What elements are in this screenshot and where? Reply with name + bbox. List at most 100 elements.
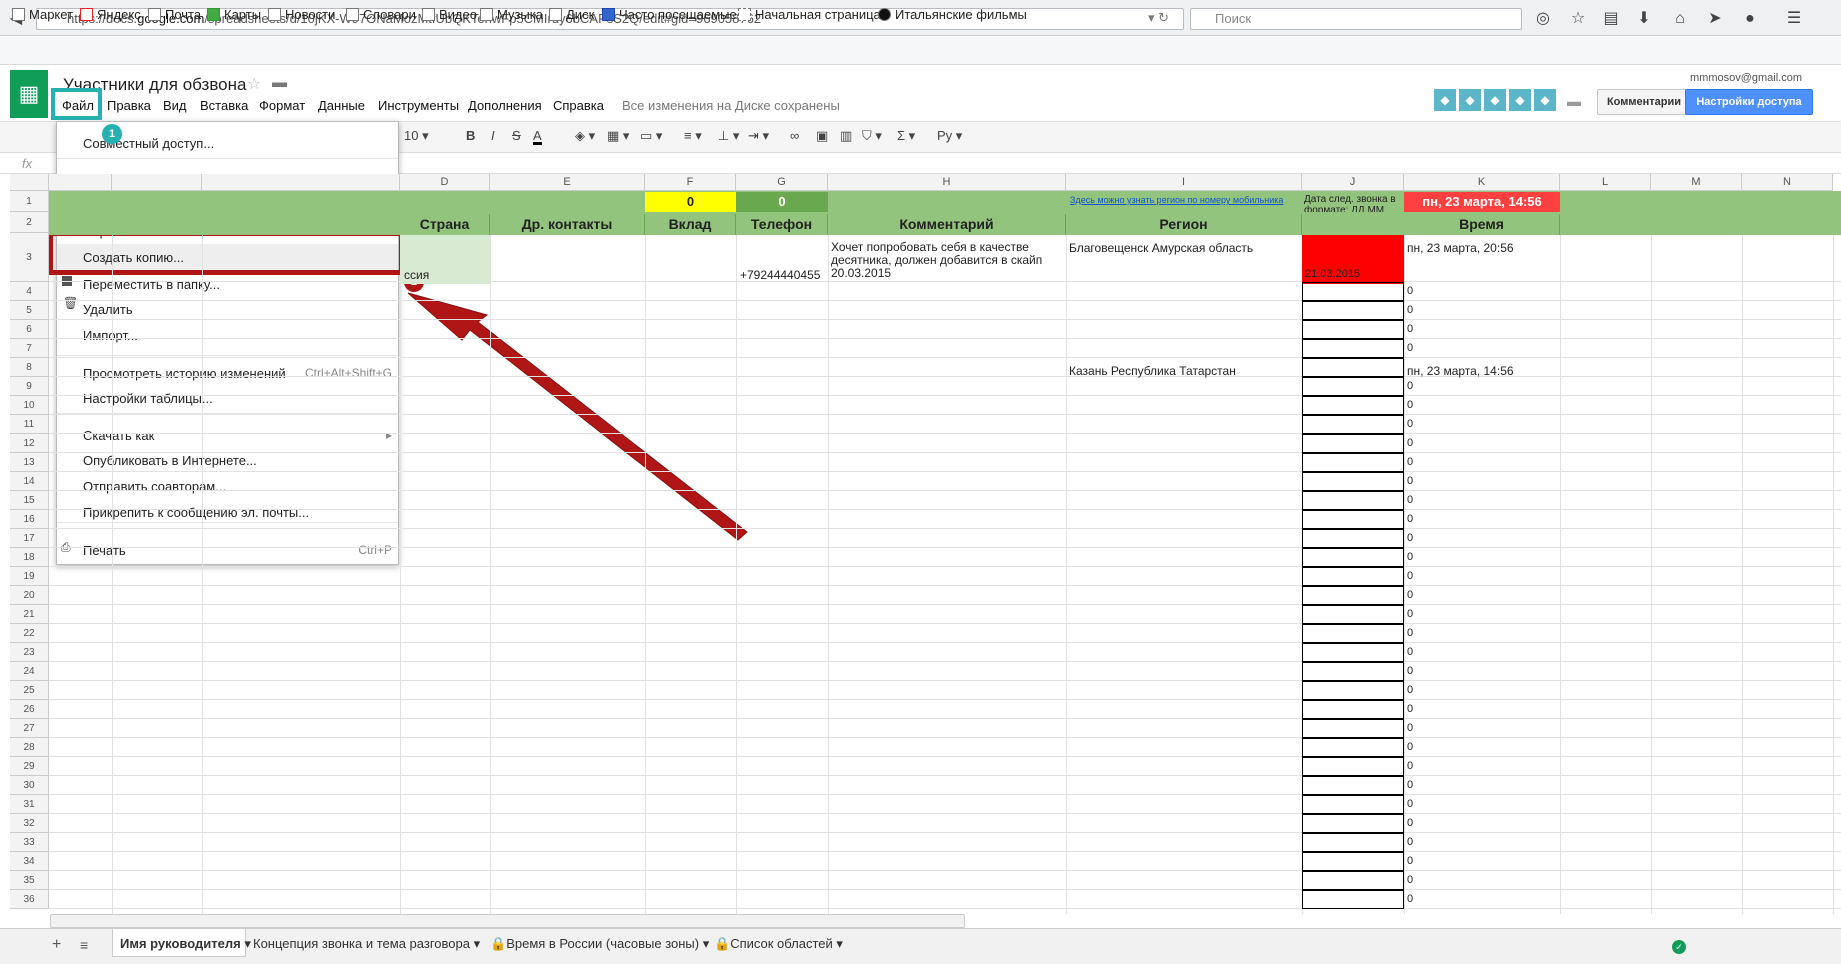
table-row[interactable]: [49, 757, 1841, 776]
header-D[interactable]: Страна: [400, 214, 490, 235]
row-header[interactable]: 36: [10, 890, 49, 909]
cell-K-zero[interactable]: 0: [1407, 437, 1413, 449]
cell-J-date[interactable]: [1302, 548, 1404, 567]
menu-format[interactable]: Формат: [259, 98, 305, 113]
table-row[interactable]: [49, 282, 1841, 301]
cell-J-date[interactable]: [1302, 567, 1404, 586]
table-row[interactable]: [49, 529, 1841, 548]
cell-J-date[interactable]: [1302, 833, 1404, 852]
cell-D3[interactable]: ссия: [404, 268, 429, 282]
cell-K-zero[interactable]: 0: [1407, 456, 1413, 468]
menu-insert[interactable]: Вставка: [200, 98, 248, 113]
header-G[interactable]: Телефон: [736, 214, 828, 235]
cell-K1[interactable]: пн, 23 марта, 14:56: [1404, 192, 1560, 212]
bookmark-italian-films[interactable]: Итальянские фильмы: [878, 7, 1027, 22]
row-header[interactable]: 27: [10, 719, 49, 738]
bold-button[interactable]: B: [466, 127, 475, 145]
header-E[interactable]: Др. контакты: [490, 214, 645, 235]
row-header[interactable]: 3: [10, 233, 49, 282]
cell-J-date[interactable]: [1302, 681, 1404, 700]
cell-K-zero[interactable]: 0: [1407, 684, 1413, 696]
add-sheet-icon[interactable]: +: [52, 936, 61, 954]
table-row[interactable]: [49, 339, 1841, 358]
bookmark-video[interactable]: Видео: [422, 7, 477, 22]
table-row[interactable]: [49, 396, 1841, 415]
row-header[interactable]: 14: [10, 472, 49, 491]
column-header-E[interactable]: E: [490, 174, 645, 191]
cell-J-date[interactable]: [1302, 700, 1404, 719]
cell-J-date[interactable]: [1302, 757, 1404, 776]
cell-K-zero[interactable]: 0: [1407, 418, 1413, 430]
cell-J-date[interactable]: [1302, 871, 1404, 890]
row-header[interactable]: 9: [10, 377, 49, 396]
bookmark-music[interactable]: Музыка: [480, 7, 543, 22]
column-header-M[interactable]: M: [1651, 174, 1742, 191]
menu-data[interactable]: Данные: [318, 98, 365, 113]
row-header[interactable]: 13: [10, 453, 49, 472]
sheet-tab-4[interactable]: 🔒Список областей ▾: [714, 936, 843, 952]
row-header[interactable]: 20: [10, 586, 49, 605]
collaborator-avatar-4[interactable]: ◆: [1509, 89, 1531, 111]
cell-K-zero[interactable]: 0: [1407, 798, 1413, 810]
chat-icon[interactable]: ●: [1740, 10, 1760, 28]
table-row[interactable]: [49, 643, 1841, 662]
row-header[interactable]: 16: [10, 510, 49, 529]
cell-J-date[interactable]: [1302, 320, 1404, 339]
row-header[interactable]: 33: [10, 833, 49, 852]
cell-J-date[interactable]: [1302, 282, 1404, 301]
horizontal-scrollbar[interactable]: [50, 914, 965, 928]
sheet-tab-3[interactable]: 🔒Время в России (часовые зоны) ▾: [490, 936, 709, 952]
reload-icon[interactable]: ▾ ↻: [1148, 10, 1169, 26]
row-header[interactable]: 22: [10, 624, 49, 643]
cell-J-date[interactable]: [1302, 301, 1404, 320]
table-row[interactable]: [49, 852, 1841, 871]
cell-I3[interactable]: Благовещенск Амурская область: [1069, 241, 1253, 255]
table-row[interactable]: [49, 890, 1841, 909]
row-header[interactable]: 25: [10, 681, 49, 700]
cell-J-date[interactable]: [1302, 529, 1404, 548]
column-header-C[interactable]: [202, 174, 400, 191]
table-row[interactable]: [49, 510, 1841, 529]
menu-tools[interactable]: Инструменты: [378, 98, 459, 113]
collaborator-avatar-5[interactable]: ◆: [1534, 89, 1556, 111]
strikethrough-button[interactable]: S: [512, 127, 521, 145]
row-header[interactable]: 11: [10, 415, 49, 434]
cell-K-zero[interactable]: 0: [1407, 494, 1413, 506]
menu-help[interactable]: Справка: [553, 98, 604, 113]
header-F[interactable]: Вклад: [645, 214, 736, 235]
cell-J-date[interactable]: [1302, 434, 1404, 453]
cell-K-zero[interactable]: 0: [1407, 304, 1413, 316]
menu-edit[interactable]: Правка: [107, 98, 151, 113]
cell-J-date[interactable]: [1302, 890, 1404, 909]
cell-J-date[interactable]: [1302, 415, 1404, 434]
cell-K-zero[interactable]: 0: [1407, 703, 1413, 715]
table-row[interactable]: [49, 871, 1841, 890]
cell-K-zero[interactable]: 0: [1407, 741, 1413, 753]
menu-addons[interactable]: Дополнения: [468, 98, 542, 113]
collaborator-avatar-1[interactable]: ◆: [1434, 89, 1456, 111]
bookmark-disk[interactable]: Диск: [549, 7, 594, 22]
cell-K-zero[interactable]: 0: [1407, 551, 1413, 563]
header-K[interactable]: Время: [1404, 214, 1560, 235]
table-row[interactable]: [49, 719, 1841, 738]
cell-J-date[interactable]: [1302, 605, 1404, 624]
hamburger-menu-icon[interactable]: ☰: [1784, 10, 1804, 28]
row-header[interactable]: 32: [10, 814, 49, 833]
row-header[interactable]: 28: [10, 738, 49, 757]
cell-K3[interactable]: пн, 23 марта, 20:56: [1407, 241, 1514, 255]
table-row[interactable]: [49, 586, 1841, 605]
menu-view[interactable]: Вид: [163, 98, 187, 113]
input-tools-select[interactable]: Ру ▾: [937, 127, 962, 145]
row-header[interactable]: 31: [10, 795, 49, 814]
table-row[interactable]: [49, 358, 1841, 377]
row-header[interactable]: 5: [10, 301, 49, 320]
cell-K-zero[interactable]: 0: [1407, 722, 1413, 734]
sync-check-icon[interactable]: ✓: [1672, 940, 1686, 954]
comments-button[interactable]: Комментарии: [1597, 89, 1691, 115]
cell-K-zero[interactable]: 0: [1407, 323, 1413, 335]
home-icon[interactable]: ⌂: [1670, 10, 1690, 28]
cell-J-date[interactable]: [1302, 396, 1404, 415]
align-icon[interactable]: ≡ ▾: [684, 127, 702, 145]
cell-G1[interactable]: 0: [736, 192, 828, 212]
borders-icon[interactable]: ▦ ▾: [607, 127, 629, 145]
